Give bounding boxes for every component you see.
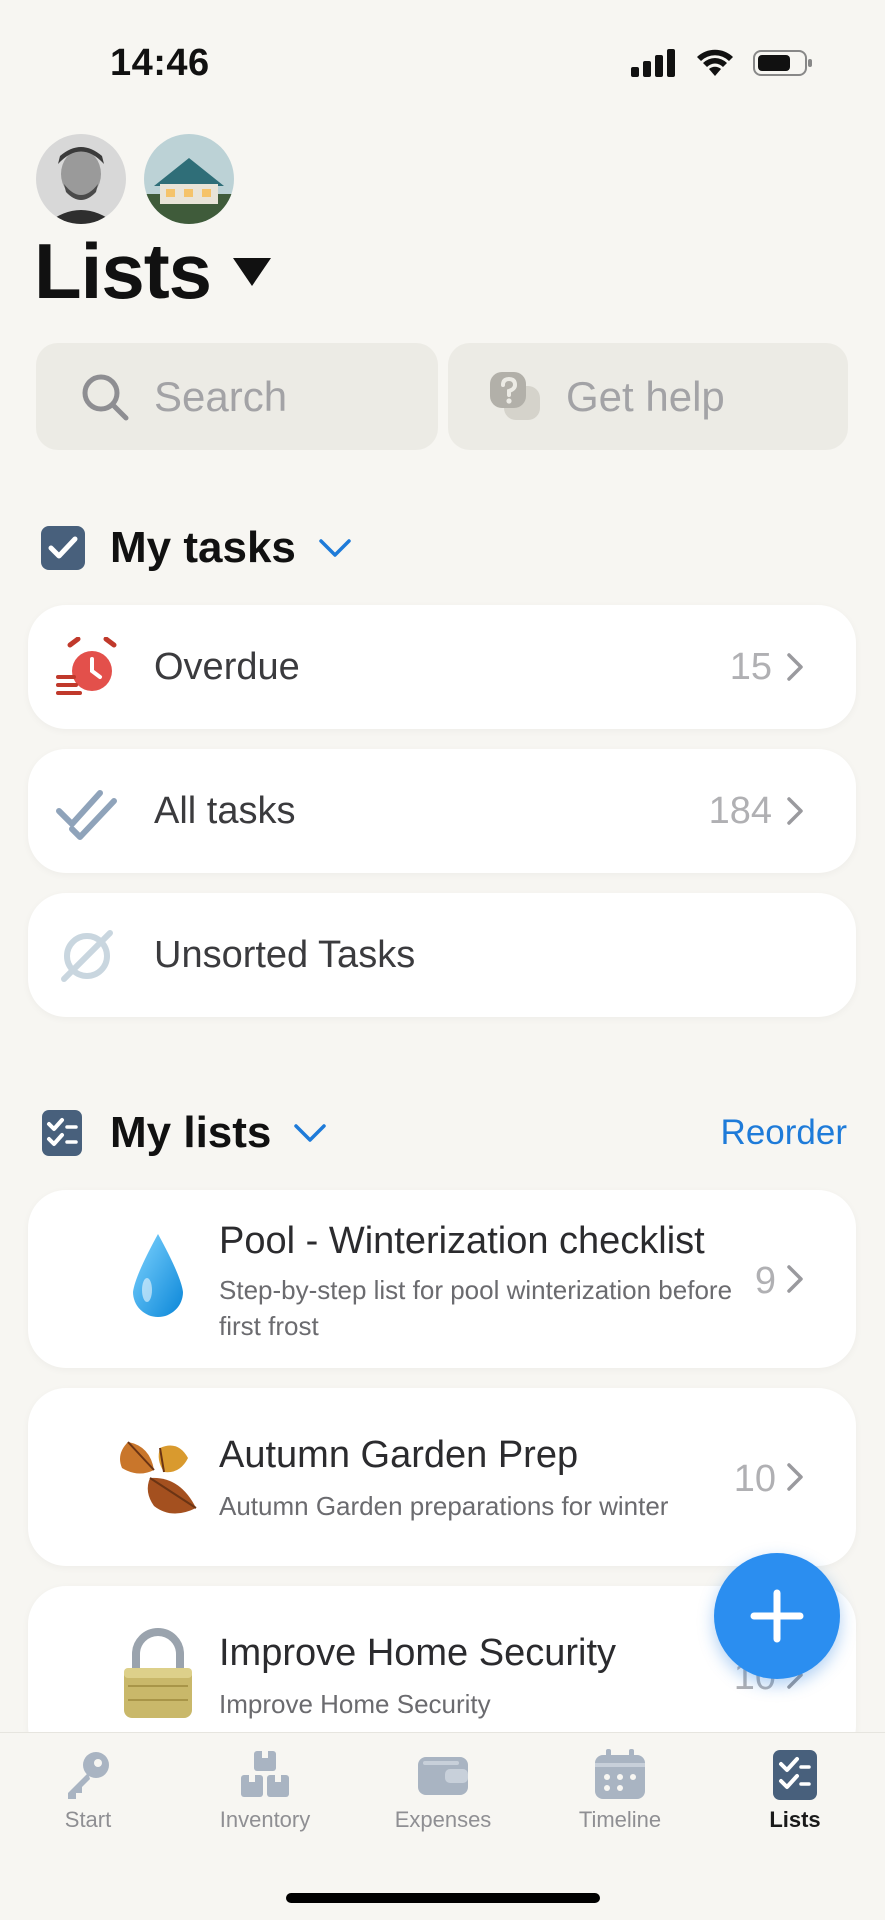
list-title: Pool - Winterization checklist (219, 1220, 705, 1262)
tab-lists[interactable]: Lists (725, 1747, 865, 1833)
list-title: Improve Home Security (219, 1632, 617, 1674)
wallet-icon (418, 1757, 468, 1795)
page-title-row[interactable]: Lists (34, 232, 273, 310)
page-title: Lists (34, 227, 212, 315)
my-lists-header[interactable]: My lists (40, 1108, 327, 1158)
chevron-right-icon (786, 652, 804, 682)
list-description: Step-by-step list for pool winterization… (219, 1275, 733, 1341)
calendar-icon (595, 1749, 645, 1799)
chevron-right-icon (786, 796, 804, 826)
task-filter-overdue[interactable]: Overdue 15 (28, 605, 856, 729)
task-filter-count: 15 (729, 645, 772, 688)
double-check-icon (56, 781, 118, 843)
tab-label: Lists (769, 1807, 821, 1832)
task-filter-label: All tasks (154, 789, 296, 832)
padlock-icon (98, 1614, 218, 1734)
search-icon (80, 372, 130, 422)
checkbox-checked-icon (41, 526, 85, 570)
list-count: 9 (754, 1260, 776, 1302)
autumn-leaves-icon (98, 1416, 218, 1536)
task-filter-unsorted[interactable]: Unsorted Tasks (28, 893, 856, 1017)
get-help-label: Get help (566, 372, 725, 420)
search-placeholder: Search (154, 372, 288, 420)
tab-start[interactable]: Start (18, 1747, 158, 1833)
get-help-button[interactable]: Get help (448, 343, 848, 450)
home-avatar[interactable] (144, 134, 234, 224)
add-list-button[interactable] (714, 1553, 840, 1679)
caret-down-icon[interactable] (231, 254, 273, 288)
chevron-right-icon (786, 1264, 804, 1294)
chevron-right-icon (786, 1462, 804, 1492)
tab-label: Expenses (394, 1807, 492, 1832)
tab-bar: Start Inventory Expenses Timeline Lists (0, 1732, 885, 1920)
boxes-icon (241, 1751, 289, 1797)
list-description: Autumn Garden preparations for winter (219, 1491, 669, 1521)
list-description: Improve Home Security (219, 1689, 491, 1719)
status-icons (631, 48, 813, 78)
empty-set-icon (56, 925, 118, 987)
chevron-down-icon[interactable] (293, 1122, 327, 1144)
key-icon (68, 1752, 109, 1799)
list-count: 10 (733, 1458, 776, 1500)
list-item[interactable]: Autumn Garden Prep Autumn Garden prepara… (28, 1388, 856, 1566)
tab-label: Timeline (578, 1807, 662, 1832)
tab-label: Start (64, 1807, 112, 1832)
tab-timeline[interactable]: Timeline (550, 1747, 690, 1833)
task-filter-count: 184 (708, 789, 772, 832)
tab-inventory[interactable]: Inventory (195, 1747, 335, 1833)
tab-expenses[interactable]: Expenses (373, 1747, 513, 1833)
alarm-clock-icon (56, 637, 118, 699)
chevron-down-icon[interactable] (318, 537, 352, 559)
home-indicator[interactable] (286, 1893, 600, 1903)
task-filter-label: Unsorted Tasks (154, 933, 416, 976)
my-tasks-header[interactable]: My tasks (40, 523, 352, 573)
battery-icon (753, 50, 812, 76)
my-lists-title: My lists (110, 1108, 272, 1157)
my-tasks-title: My tasks (110, 523, 296, 572)
wifi-icon (697, 49, 733, 76)
cellular-signal-icon (631, 49, 675, 77)
checklist-icon (773, 1750, 817, 1800)
help-bubbles-icon (488, 370, 542, 424)
task-filter-all-tasks[interactable]: All tasks 184 (28, 749, 856, 873)
avatar-row (36, 134, 234, 224)
plus-icon (750, 1589, 804, 1643)
status-bar: 14:46 (0, 0, 885, 130)
user-avatar[interactable] (36, 134, 126, 224)
status-time: 14:46 (110, 42, 210, 84)
task-filter-label: Overdue (154, 645, 300, 688)
list-title: Autumn Garden Prep (219, 1434, 579, 1476)
search-input[interactable]: Search (36, 343, 438, 450)
list-item[interactable]: Pool - Winterization checklist Step-by-s… (28, 1190, 856, 1368)
water-drop-icon (98, 1218, 218, 1338)
tab-label: Inventory (219, 1807, 311, 1832)
reorder-button[interactable]: Reorder (721, 1113, 847, 1153)
checklist-icon (42, 1110, 82, 1156)
